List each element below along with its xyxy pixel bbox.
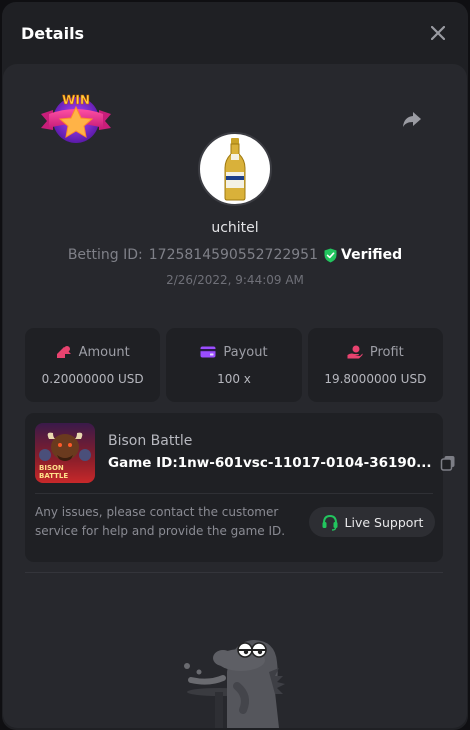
verified-badge: Verified <box>324 247 402 263</box>
game-id-label: Game ID: <box>108 455 178 471</box>
game-name[interactable]: Bison Battle <box>108 433 192 449</box>
details-modal: Details WIN uchitel Betting ID: 17258145… <box>2 2 468 730</box>
copy-icon <box>440 456 455 471</box>
close-button[interactable] <box>426 21 450 45</box>
betting-id-label: Betting ID: <box>67 247 143 263</box>
live-support-label: Live Support <box>344 514 424 530</box>
beer-bottle-icon <box>224 138 246 201</box>
svg-text:BATTLE: BATTLE <box>39 472 68 480</box>
payout-card-icon <box>200 346 216 358</box>
copy-button[interactable] <box>440 455 456 471</box>
stat-payout-value: 100 x <box>217 371 251 386</box>
headset-icon <box>322 514 338 531</box>
support-hint-text: Any issues, please contact the customer … <box>35 505 286 538</box>
section-separator <box>25 572 443 573</box>
amount-icon <box>56 346 71 358</box>
stat-amount-value: 0.20000000 USD <box>41 371 144 386</box>
live-support-button[interactable]: Live Support <box>309 507 435 537</box>
stat-amount: Amount 0.20000000 USD <box>25 328 161 402</box>
game-id-row: Game ID:1nw-601vsc-11017-0104-36190... <box>108 455 456 471</box>
stat-profit-label: Profit <box>369 344 404 360</box>
username: uchitel <box>211 220 259 236</box>
win-badge: WIN <box>39 90 113 146</box>
betting-id-row: Betting ID: 1725814590552722951 Verified <box>3 247 467 263</box>
stat-amount-label: Amount <box>78 344 130 360</box>
stat-payout: Payout 100 x <box>166 328 302 402</box>
bet-datetime: 2/26/2022, 9:44:09 AM <box>166 273 304 287</box>
details-panel: WIN uchitel Betting ID: 1725814590552722… <box>3 64 467 728</box>
game-divider <box>35 493 433 494</box>
modal-header: Details <box>2 2 468 64</box>
stat-profit: Profit 19.8000000 USD <box>307 328 443 402</box>
shield-check-icon <box>324 248 337 262</box>
svg-text:BISON: BISON <box>39 464 64 472</box>
verified-label: Verified <box>341 247 403 263</box>
share-arrow-icon <box>403 112 421 127</box>
stat-profit-value: 19.8000000 USD <box>324 371 427 386</box>
profit-hand-icon <box>347 345 363 359</box>
close-icon <box>431 26 445 40</box>
share-button[interactable] <box>401 108 423 130</box>
game-thumbnail[interactable]: BISON BATTLE <box>35 423 95 483</box>
stats-row: Amount 0.20000000 USD Payout 100 x Profi… <box>25 328 443 402</box>
game-id-value: 1nw-601vsc-11017-0104-36190... <box>177 455 432 471</box>
dinosaur-mascot <box>179 632 293 728</box>
stat-payout-label: Payout <box>223 344 268 360</box>
avatar <box>198 132 272 206</box>
game-info-card: BISON BATTLE Bison Battle Game ID:1nw-60… <box>25 413 455 562</box>
modal-title: Details <box>21 23 85 43</box>
betting-id-value: 1725814590552722951 <box>148 247 318 263</box>
svg-text:WIN: WIN <box>62 93 90 107</box>
